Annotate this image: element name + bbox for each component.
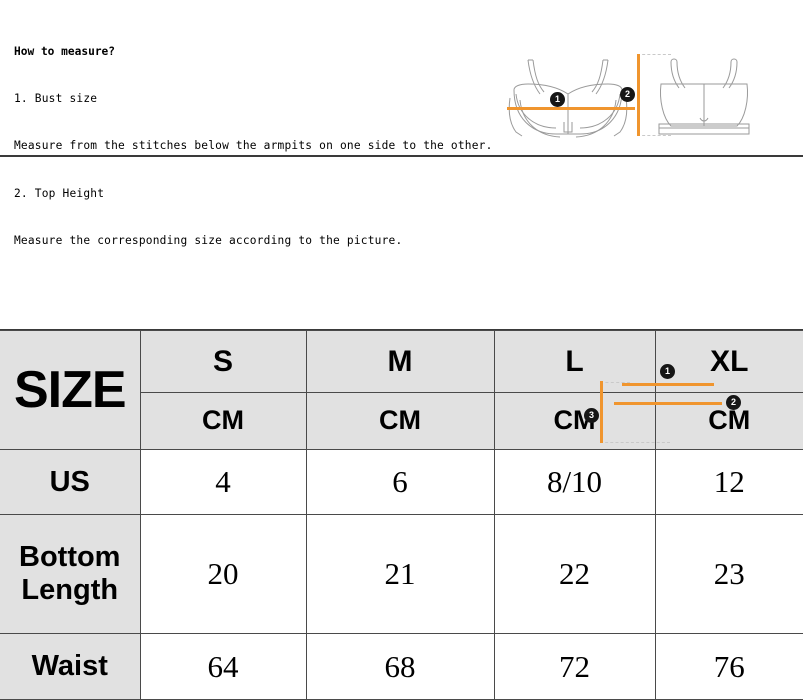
measure-line: 1. Bust size (14, 91, 98, 105)
row-label-line-1: Bottom (19, 541, 121, 574)
cell-bottom-length-m: 21 (305, 514, 495, 635)
measure-line: Measure from the stitches below the armp… (14, 139, 493, 153)
cell-waist-m: 68 (305, 633, 495, 700)
measure-section-top: How to measure? 1. Bust size Measure fro… (0, 0, 803, 247)
height-guide-bottom (637, 135, 671, 136)
bust-measure-line (507, 107, 635, 110)
waist-measure-line (622, 383, 714, 386)
bottom-height-measure-line (600, 381, 603, 443)
row-label-us: US (0, 448, 141, 516)
unit-header-s: CM (139, 392, 307, 450)
table-row: Waist 64 68 72 76 (0, 633, 803, 700)
cell-bottom-length-l: 22 (493, 514, 656, 635)
table-row: Bottom Length 20 21 22 23 (0, 514, 803, 635)
marker-badge-1: 1 (660, 364, 675, 379)
row-label-bottom-length: Bottom Length (0, 514, 141, 635)
bralette-svg (658, 58, 750, 135)
cell-us-s: 4 (139, 448, 307, 516)
measure-heading-top: How to measure? (14, 44, 116, 58)
row-label-waist: Waist (0, 633, 141, 700)
panty-height-guide-bottom (600, 442, 670, 443)
size-chart-page: How to measure? 1. Bust size Measure fro… (0, 0, 803, 700)
column-header-s: S (139, 329, 307, 394)
height-guide-top (637, 54, 671, 55)
measure-section-bottom: How to measure? 1. Waist size Measure st… (0, 156, 803, 664)
bra-underwire-illustration: 1 (500, 40, 640, 150)
cell-bottom-length-xl: 23 (654, 514, 803, 635)
bralette-illustration: 2 (620, 40, 775, 150)
cell-us-m: 6 (305, 448, 495, 516)
unit-header-m: CM (305, 392, 495, 450)
table-row: US 4 6 8/10 12 (0, 448, 803, 516)
bra-underwire-svg (508, 59, 628, 138)
marker-badge-3: 3 (584, 408, 599, 423)
cell-bottom-length-s: 20 (139, 514, 307, 635)
marker-badge-2: 2 (726, 395, 741, 410)
cell-waist-xl: 76 (654, 633, 803, 700)
row-label-line-2: Length (21, 574, 119, 607)
cell-waist-s: 64 (139, 633, 307, 700)
cell-us-xl: 12 (654, 448, 803, 516)
cell-waist-l: 72 (493, 633, 656, 700)
hip-measure-line (614, 402, 722, 405)
marker-badge-1: 1 (550, 92, 565, 107)
cell-us-l: 8/10 (493, 448, 656, 516)
size-header-cell: SIZE (0, 330, 141, 450)
top-height-measure-line (637, 54, 640, 136)
marker-badge-2: 2 (620, 87, 635, 102)
column-header-m: M (305, 329, 495, 394)
